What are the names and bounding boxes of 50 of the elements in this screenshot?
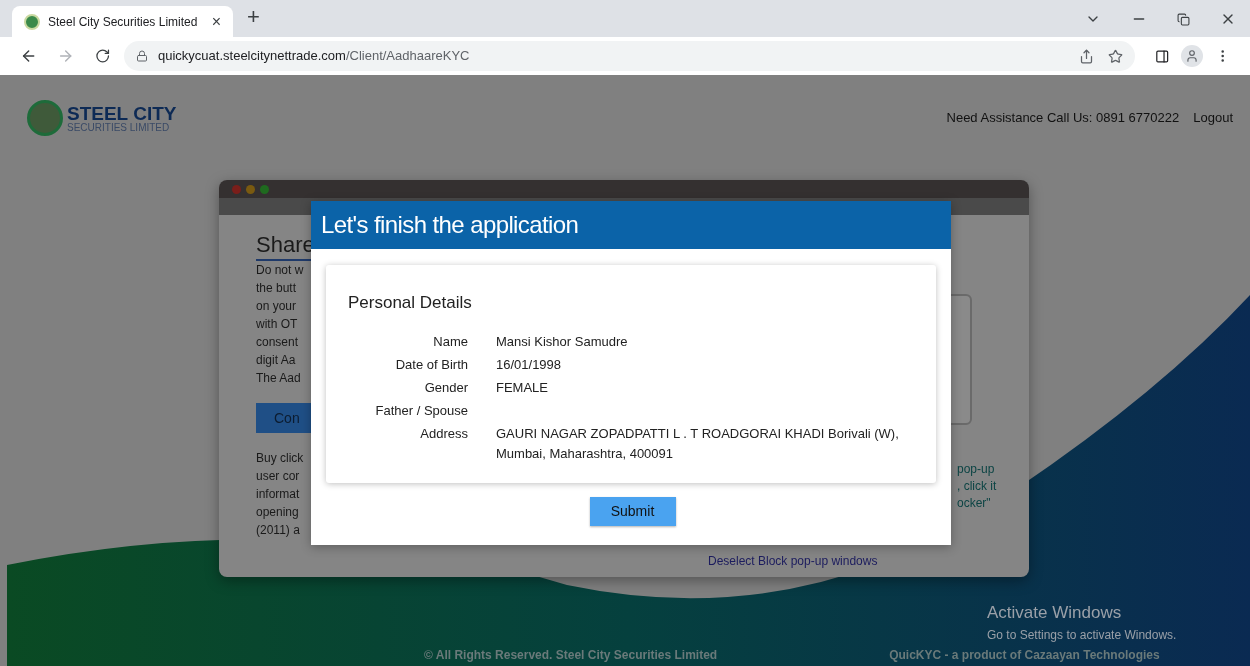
profile-icon[interactable]: [1181, 45, 1203, 67]
body-text: on your: [256, 298, 298, 315]
body-text: Do not w: [256, 262, 305, 279]
body-text: consent: [256, 334, 300, 351]
copyright-text: © All Rights Reserved. Steel City Securities Limited: [424, 647, 718, 664]
favicon-icon: [24, 13, 40, 30]
help-text: pop-up: [957, 461, 995, 478]
help-text: ocker": [957, 495, 991, 512]
reload-icon[interactable]: [94, 48, 110, 64]
activation-text: Go to Settings to activate Windows.: [987, 626, 1177, 644]
help-text: , click it: [957, 478, 997, 495]
field-value: 16/01/1998: [496, 355, 563, 374]
body-text: (2011) a: [256, 522, 301, 539]
browser-tab[interactable]: Steel City Securities Limited ×: [12, 6, 233, 37]
tab-close-button[interactable]: ×: [211, 9, 221, 34]
logo-emblem-icon: [27, 100, 63, 136]
field-label: Father / Spouse: [374, 401, 468, 420]
restore-icon[interactable]: [1177, 12, 1190, 26]
body-text: informat: [256, 486, 301, 503]
field-label: Name: [432, 332, 468, 351]
body-text: with OT: [256, 316, 299, 333]
logo-subtitle: SECURITIES LIMITED: [67, 122, 171, 133]
product-credit-text: QuicKYC - a product of Cazaayan Technologies: [889, 647, 1160, 664]
field-label: Date of Birth: [394, 355, 468, 374]
body-text: the butt: [256, 280, 298, 297]
deselect-popup-link[interactable]: Deselect Block pop-up windows: [708, 552, 878, 570]
field-value: FEMALE: [496, 378, 549, 397]
field-value: Mansi Kishor Samudre: [496, 332, 629, 351]
logo-title: STEEL CITY: [67, 103, 177, 123]
field-label: Gender: [423, 378, 468, 397]
url-text: quickycuat.steelcitynettrade.com/Client/AadhaareKYC: [158, 47, 470, 66]
logout-link[interactable]: Logout: [1193, 108, 1233, 128]
section-title: Personal Details: [348, 292, 473, 314]
body-text: The Aad: [256, 370, 302, 387]
field-label: Address: [419, 424, 468, 443]
assistance-text: Need Assistance Call Us: 0891 6770222: [946, 109, 1180, 128]
side-panel-icon[interactable]: [1155, 48, 1170, 64]
bookmark-star-icon[interactable]: [1108, 48, 1123, 64]
share-icon[interactable]: [1079, 48, 1094, 64]
tab-title: Steel City Securities Limited: [48, 13, 199, 31]
body-text: Buy click: [256, 450, 305, 467]
body-text: opening: [256, 504, 300, 521]
lock-icon: [136, 50, 148, 62]
activation-title: Activate Windows: [987, 602, 1123, 624]
body-text: digit Aa: [256, 352, 297, 369]
body-text: user cor: [256, 468, 301, 485]
address-bar[interactable]: quickycuat.steelcitynettrade.com/Client/AadhaareKYC: [124, 41, 1135, 71]
field-value: GAURI NAGAR ZOPADPATTI L . T ROADGORAI KHADI Borivali (W), Mumbai, Maharashtra, 400091: [496, 424, 900, 463]
submit-button[interactable]: Submit: [589, 497, 676, 526]
new-tab-button[interactable]: +: [247, 0, 260, 33]
